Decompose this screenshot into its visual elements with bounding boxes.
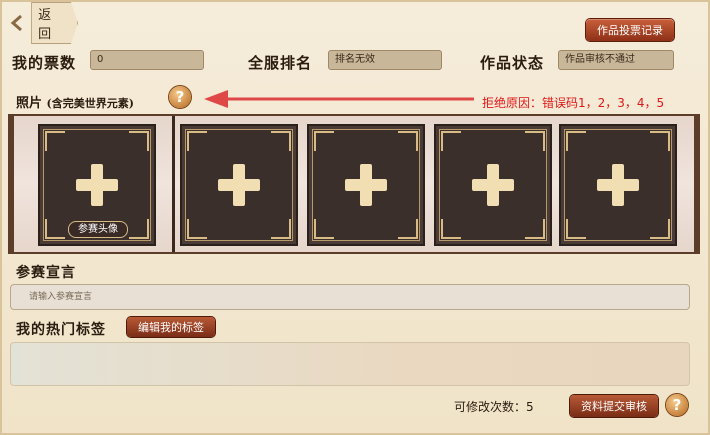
back-arrow-icon <box>8 13 27 33</box>
hot-tags-title: 我的热门标签 <box>16 322 106 338</box>
pointer-arrow-icon <box>204 90 474 108</box>
plus-icon <box>76 164 118 206</box>
vote-record-button[interactable]: 作品投票记录 <box>586 19 674 41</box>
my-votes-value: 0 <box>90 50 204 70</box>
submit-help-icon[interactable]: ? <box>666 394 688 416</box>
photo-slot[interactable] <box>559 124 677 246</box>
photo-title-main: 照片 <box>16 96 43 111</box>
declaration-input[interactable]: 请输入参赛宣言 <box>10 284 690 310</box>
plus-icon <box>345 164 387 206</box>
rank-value: 排名无效 <box>328 50 442 70</box>
edits-remaining-text: 可修改次数：5 <box>454 400 534 414</box>
photo-strip: 参赛头像 <box>8 114 700 254</box>
declaration-title: 参赛宣言 <box>16 265 76 281</box>
back-label: 返回 <box>31 2 78 44</box>
avatar-tag: 参赛头像 <box>68 221 128 238</box>
plus-icon <box>218 164 260 206</box>
photo-slot[interactable] <box>434 124 552 246</box>
photo-slot[interactable] <box>307 124 425 246</box>
photo-help-icon[interactable]: ? <box>169 86 191 108</box>
profile-panel: 返回 作品投票记录 我的票数 0 全服排名 排名无效 作品状态 作品审核不通过 … <box>0 0 710 435</box>
rank-label: 全服排名 <box>248 54 313 72</box>
plus-icon <box>472 164 514 206</box>
photo-section-title: 照片 (含完美世界元素) <box>16 92 134 111</box>
back-button[interactable]: 返回 <box>8 2 78 44</box>
submit-review-button[interactable]: 资料提交审核 <box>570 395 658 417</box>
photo-slot[interactable] <box>180 124 298 246</box>
status-label: 作品状态 <box>480 54 545 72</box>
photo-title-subtitle: (含完美世界元素) <box>46 97 134 110</box>
stats-row: 我的票数 0 全服排名 排名无效 作品状态 作品审核不通过 <box>10 48 700 74</box>
my-votes-label: 我的票数 <box>12 54 77 72</box>
tags-box <box>10 342 690 386</box>
status-value: 作品审核不通过 <box>558 50 674 70</box>
reject-reason-text: 拒绝原因：错误码1，2，3，4，5 <box>482 96 665 110</box>
avatar-photo-slot[interactable]: 参赛头像 <box>38 124 156 246</box>
plus-icon <box>597 164 639 206</box>
edit-tags-button[interactable]: 编辑我的标签 <box>127 317 215 337</box>
strip-divider <box>172 116 175 252</box>
